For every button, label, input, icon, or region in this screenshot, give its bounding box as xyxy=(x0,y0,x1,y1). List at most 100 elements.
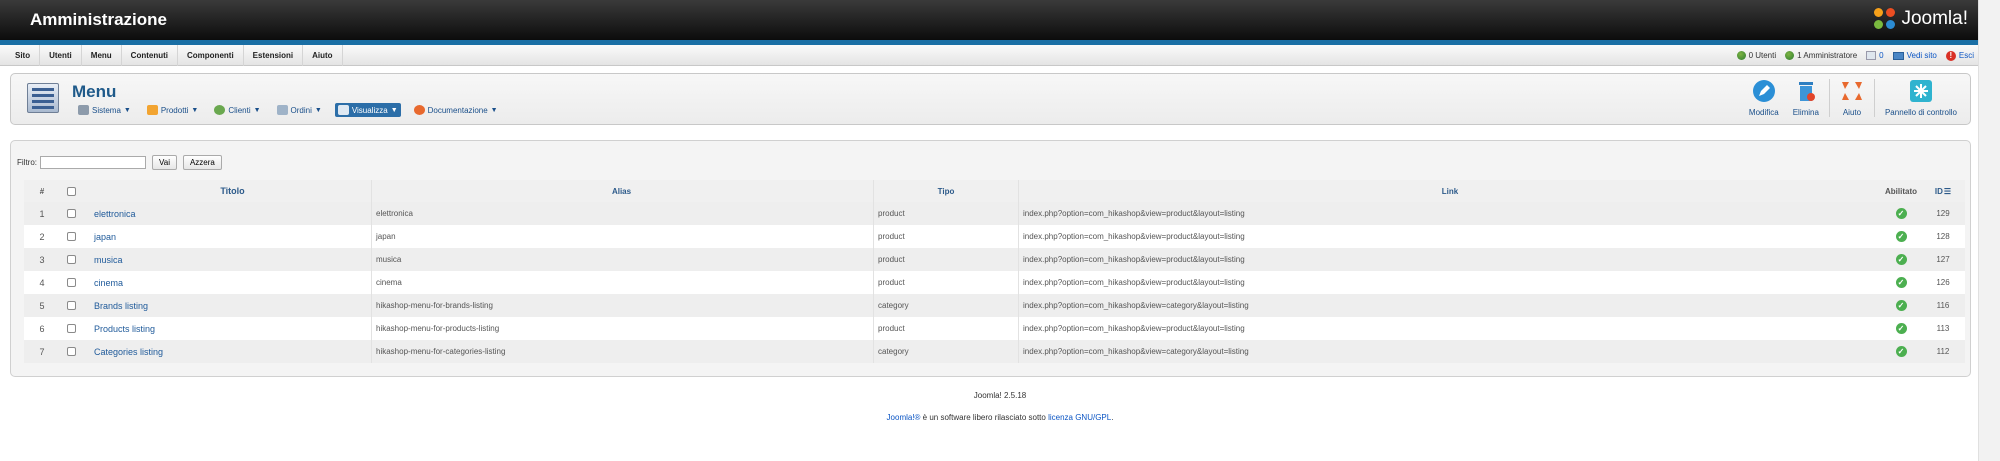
menu-componenti[interactable]: Componenti xyxy=(178,45,244,66)
check-circle-icon[interactable]: ✓ xyxy=(1895,277,1907,288)
hikashop-menu-ordini[interactable]: Ordini ▼ xyxy=(274,103,325,117)
row-checkbox[interactable] xyxy=(66,209,76,218)
check-circle-icon[interactable]: ✓ xyxy=(1895,300,1907,311)
row-title-link[interactable]: Products listing xyxy=(94,317,371,340)
table-row: 3 musica musica product index.php?option… xyxy=(24,248,1965,271)
row-type: product xyxy=(873,271,1018,294)
check-circle-icon[interactable]: ✓ xyxy=(1895,254,1907,265)
row-link: index.php?option=com_hikashop&view=produ… xyxy=(1018,317,1881,340)
chevron-down-icon: ▼ xyxy=(253,106,261,114)
row-num: 2 xyxy=(39,231,45,242)
row-num: 7 xyxy=(39,346,45,357)
row-link: index.php?option=com_hikashop&view=produ… xyxy=(1018,248,1881,271)
row-enabled[interactable]: ✓ xyxy=(1881,271,1921,294)
row-title-link[interactable]: musica xyxy=(94,248,371,271)
row-checkbox-cell[interactable] xyxy=(62,202,80,225)
toolbar-box: Menu Sistema ▼ Prodotti ▼ Clienti ▼ Ordi… xyxy=(10,73,1971,125)
status-users: 0 Utenti xyxy=(1736,51,1776,60)
menu-estensioni[interactable]: Estensioni xyxy=(244,45,304,66)
check-circle-icon[interactable]: ✓ xyxy=(1895,346,1907,357)
row-checkbox[interactable] xyxy=(66,278,76,287)
filter-input[interactable] xyxy=(40,156,146,169)
check-circle-icon[interactable]: ✓ xyxy=(1895,231,1907,242)
header-title[interactable]: Titolo xyxy=(94,180,371,202)
window-scrollbar[interactable] xyxy=(1978,0,2000,461)
row-enabled[interactable]: ✓ xyxy=(1881,340,1921,363)
row-num: 6 xyxy=(39,323,45,334)
row-title-link[interactable]: cinema xyxy=(94,271,371,294)
row-num: 4 xyxy=(39,277,45,288)
gpl-license-link[interactable]: licenza GNU/GPL xyxy=(1048,413,1111,422)
header-checkall[interactable] xyxy=(62,180,80,202)
joomla-logo-icon xyxy=(1874,8,1896,30)
row-checkbox[interactable] xyxy=(66,255,76,264)
filter-reset-button[interactable]: Azzera xyxy=(182,155,222,170)
joomla-link[interactable]: Joomla!® xyxy=(887,413,921,422)
row-checkbox[interactable] xyxy=(66,301,76,310)
row-enabled[interactable]: ✓ xyxy=(1881,225,1921,248)
customers-icon xyxy=(214,105,226,115)
filter-label: Filtro: xyxy=(17,158,37,167)
row-title-link[interactable]: japan xyxy=(94,225,371,248)
row-enabled[interactable]: ✓ xyxy=(1881,202,1921,225)
row-type: product xyxy=(873,248,1018,271)
checkall-checkbox[interactable] xyxy=(66,186,76,196)
users-icon xyxy=(1736,51,1746,60)
edit-button[interactable]: Modifica xyxy=(1742,79,1786,117)
trash-icon xyxy=(1794,79,1818,103)
filter-go-button[interactable]: Vai xyxy=(152,155,177,170)
hikashop-menu-documentazione[interactable]: Documentazione ▼ xyxy=(411,103,501,117)
control-panel-button[interactable]: Pannello di controllo xyxy=(1873,79,1964,117)
header-type: Tipo xyxy=(873,180,1018,202)
row-checkbox-cell[interactable] xyxy=(62,271,80,294)
edit-button-label: Modifica xyxy=(1748,108,1779,117)
help-button[interactable]: Aiuto xyxy=(1828,79,1871,117)
help-lifebuoy-icon xyxy=(413,105,425,115)
view-site-link[interactable]: Vedi sito xyxy=(1892,51,1937,60)
hikashop-menu-visualizza[interactable]: Visualizza ▼ xyxy=(334,103,401,117)
menu-contenuti[interactable]: Contenuti xyxy=(122,45,178,66)
chevron-down-icon: ▼ xyxy=(314,106,322,114)
hikashop-menu-prodotti[interactable]: Prodotti ▼ xyxy=(144,103,202,117)
row-checkbox-cell[interactable] xyxy=(62,340,80,363)
row-checkbox[interactable] xyxy=(66,232,76,241)
row-id: 113 xyxy=(1936,324,1950,333)
row-checkbox-cell[interactable] xyxy=(62,248,80,271)
menu-menu[interactable]: Menu xyxy=(82,45,122,66)
row-checkbox[interactable] xyxy=(66,324,76,333)
table-row: 6 Products listing hikashop-menu-for-pro… xyxy=(24,317,1965,340)
delete-button-label: Elimina xyxy=(1792,108,1819,117)
row-title-link[interactable]: Categories listing xyxy=(94,340,371,363)
display-icon xyxy=(337,105,349,115)
menu-aiuto[interactable]: Aiuto xyxy=(303,45,343,66)
row-checkbox[interactable] xyxy=(66,347,76,356)
header-id[interactable]: ID ☰ xyxy=(1921,180,1965,202)
check-circle-icon[interactable]: ✓ xyxy=(1895,323,1907,334)
hikashop-menu-clienti-label: Clienti xyxy=(228,105,251,115)
check-circle-icon[interactable]: ✓ xyxy=(1895,208,1907,219)
row-title-link[interactable]: Brands listing xyxy=(94,294,371,317)
row-enabled[interactable]: ✓ xyxy=(1881,248,1921,271)
status-admins-label: 1 Amministratore xyxy=(1797,51,1858,60)
row-alias: japan xyxy=(371,225,871,248)
row-title-link[interactable]: elettronica xyxy=(94,202,371,225)
row-enabled[interactable]: ✓ xyxy=(1881,294,1921,317)
hikashop-menu-clienti[interactable]: Clienti ▼ xyxy=(211,103,263,117)
logout-link[interactable]: ! Esci xyxy=(1945,50,1974,61)
joomla-logo[interactable]: Joomla! xyxy=(1874,8,1968,30)
hikashop-menu-sistema[interactable]: Sistema ▼ xyxy=(75,103,134,117)
row-num: 3 xyxy=(39,254,45,265)
sort-desc-icon: ☰ xyxy=(1943,186,1952,196)
admins-icon xyxy=(1785,51,1795,60)
menu-utenti[interactable]: Utenti xyxy=(40,45,82,66)
row-checkbox-cell[interactable] xyxy=(62,294,80,317)
header-alias[interactable]: Alias xyxy=(371,180,871,202)
menu-sito[interactable]: Sito xyxy=(6,45,41,66)
row-checkbox-cell[interactable] xyxy=(62,225,80,248)
delete-button[interactable]: Elimina xyxy=(1786,79,1826,117)
row-enabled[interactable]: ✓ xyxy=(1881,317,1921,340)
row-alias: hikashop-menu-for-brands-listing xyxy=(371,294,871,317)
status-messages[interactable]: 0 xyxy=(1866,51,1884,60)
hikashop-menu-ordini-label: Ordini xyxy=(290,105,312,115)
row-checkbox-cell[interactable] xyxy=(62,317,80,340)
